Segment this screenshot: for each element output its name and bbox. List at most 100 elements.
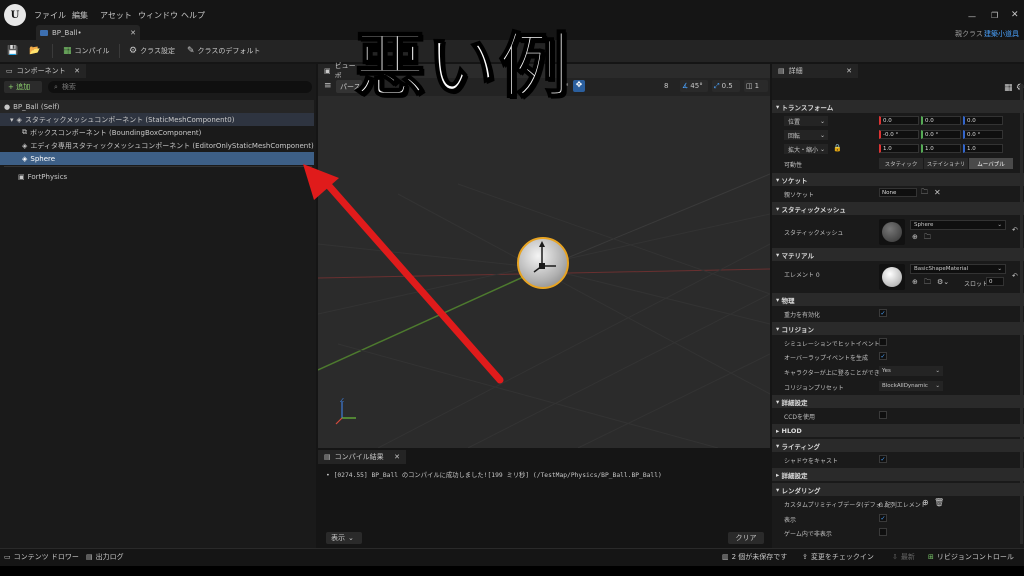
trash-icon[interactable]: 🗑	[934, 498, 944, 507]
section-collision[interactable]: ▾ コリジョン	[772, 322, 1024, 335]
section-rendering[interactable]: ▾ レンダリング	[772, 483, 1024, 496]
step-on-dropdown[interactable]: Yes ⌄	[879, 366, 943, 376]
material-thumbnail[interactable]	[879, 264, 905, 290]
menu-file[interactable]: ファイル	[34, 10, 66, 21]
component-search-input[interactable]: ⌕ 検索	[48, 81, 312, 93]
tree-item-sphere[interactable]: ◈ Sphere	[0, 152, 314, 165]
gravity-checkbox[interactable]: ✓	[879, 309, 887, 317]
details-tab[interactable]: ▤ 詳細 ✕	[772, 64, 858, 78]
save-icon[interactable]: 💾	[7, 46, 18, 56]
compile-results-tab[interactable]: ▤ コンパイル結果 ✕	[318, 450, 406, 464]
section-materials[interactable]: ▾ マテリアル	[772, 248, 1024, 261]
class-settings-button[interactable]: ⚙ クラス設定	[129, 46, 175, 56]
use-selected-icon[interactable]: ⊕	[912, 233, 918, 241]
sim-hit-checkbox[interactable]	[879, 338, 887, 346]
minimize-icon[interactable]: —	[968, 12, 976, 21]
overlap-checkbox[interactable]: ✓	[879, 352, 887, 360]
location-x-field[interactable]: 0.0	[879, 116, 919, 125]
mobility-stationary-button[interactable]: ステイショナリ	[924, 158, 968, 169]
mobility-static-button[interactable]: スタティック	[879, 158, 923, 169]
components-tab[interactable]: ▭ コンポーネント ✕	[0, 64, 86, 78]
section-physics[interactable]: ▾ 物理	[772, 293, 1024, 306]
compile-button[interactable]: ▦ コンパイル	[63, 46, 110, 56]
preset-dropdown[interactable]: BlockAllDynamic ⌄	[879, 381, 943, 391]
hamburger-icon[interactable]: ≡	[324, 81, 332, 91]
browse-asset-icon[interactable]: 🗀	[924, 278, 931, 289]
checkin-button[interactable]: ⇪ 変更をチェックイン	[802, 552, 874, 562]
section-hlod[interactable]: ▸ HLOD	[772, 424, 1024, 437]
tree-item-bounding-box[interactable]: ⧉ ボックスコンポーネント (BoundingBoxComponent)	[0, 126, 314, 139]
close-icon[interactable]: ✕	[1011, 10, 1019, 20]
static-mesh-dropdown[interactable]: Sphere ⌄	[910, 220, 1006, 230]
reset-icon[interactable]: ↶	[1012, 272, 1018, 280]
scale-snap-button[interactable]: ⤢ 0.5	[712, 80, 740, 92]
rotation-x-field[interactable]: -0.0 °	[879, 130, 919, 139]
visible-checkbox[interactable]: ✓	[879, 514, 887, 522]
lock-icon[interactable]: 🔒	[833, 144, 842, 152]
menu-edit[interactable]: 編集	[72, 10, 88, 21]
rotation-z-field[interactable]: 0.0 °	[963, 130, 1003, 139]
add-element-icon[interactable]: ⊕	[922, 498, 929, 507]
mesh-thumbnail[interactable]	[879, 219, 905, 245]
details-scrollbar[interactable]	[1020, 84, 1023, 544]
details-close-icon[interactable]: ✕	[846, 67, 852, 75]
location-dropdown[interactable]: 位置 ⌄	[784, 116, 828, 126]
hidden-in-game-checkbox[interactable]	[879, 528, 887, 536]
add-component-button[interactable]: + 追加	[4, 81, 42, 93]
location-z-field[interactable]: 0.0	[963, 116, 1003, 125]
rotation-dropdown[interactable]: 回転 ⌄	[784, 130, 828, 140]
menu-asset[interactable]: アセット	[100, 10, 132, 21]
reset-icon[interactable]: ↶	[1012, 226, 1018, 234]
revision-control-button[interactable]: ⊞ リビジョンコントロール	[928, 552, 1014, 562]
section-socket[interactable]: ▾ ソケット	[772, 173, 1024, 186]
scale-dropdown[interactable]: 拡大・縮小 ⌄	[784, 144, 828, 154]
content-drawer-button[interactable]: ▭ コンテンツ ドロワー	[4, 552, 79, 562]
grid-snap-value[interactable]: 8	[664, 82, 668, 90]
camera-speed-button[interactable]: ◫ 1	[744, 80, 768, 92]
mobility-movable-button[interactable]: ムーバブル	[969, 158, 1013, 169]
scale-x-field[interactable]: 1.0	[879, 144, 919, 153]
material-dropdown[interactable]: BasicShapeMaterial ⌄	[910, 264, 1006, 274]
class-defaults-button[interactable]: ✎ クラスのデフォルト	[187, 46, 260, 56]
tab-bp-ball[interactable]: BP_Ball• ✕	[36, 25, 140, 40]
components-close-icon[interactable]: ✕	[74, 67, 80, 75]
latest-button[interactable]: ⇩ 最新	[892, 552, 915, 562]
shadow-checkbox[interactable]: ✓	[879, 455, 887, 463]
menu-window[interactable]: ウィンドウ	[138, 10, 178, 21]
section-advanced-2[interactable]: ▸ 詳細設定	[772, 468, 1024, 481]
tree-item-fort-physics[interactable]: ▣ FortPhysics	[0, 170, 314, 183]
section-transform[interactable]: ▾ トランスフォーム	[772, 100, 1024, 113]
scale-y-field[interactable]: 1.0	[921, 144, 961, 153]
clear-icon[interactable]: ✕	[934, 188, 941, 197]
show-button[interactable]: 表示 ⌄	[326, 532, 362, 544]
browse-asset-icon[interactable]: 🗀	[924, 233, 931, 244]
transform-gizmo-icon[interactable]	[524, 240, 564, 280]
move-mode-icon[interactable]: ✥	[573, 80, 585, 92]
tree-item-editor-only-mesh[interactable]: ◈ エディタ専用スタティックメッシュコンポーネント (EditorOnlyStat…	[0, 139, 314, 152]
unreal-logo[interactable]: U	[4, 4, 26, 26]
browse-icon[interactable]: 📂	[29, 46, 40, 56]
restore-icon[interactable]: ❐	[991, 11, 998, 20]
tree-item-self[interactable]: ● BP_Ball (Self)	[0, 100, 314, 113]
menu-help[interactable]: ヘルプ	[181, 10, 205, 21]
scale-z-field[interactable]: 1.0	[963, 144, 1003, 153]
compile-results-close-icon[interactable]: ✕	[394, 453, 400, 461]
table-view-icon[interactable]: ▦	[1004, 83, 1013, 93]
output-log-button[interactable]: ▤ 出力ログ	[86, 552, 124, 562]
tab-close-icon[interactable]: ✕	[130, 29, 136, 37]
parent-class-link[interactable]: 建築小道具	[984, 29, 1019, 39]
use-selected-icon[interactable]: ⊕	[912, 278, 918, 286]
section-lighting[interactable]: ▾ ライティング	[772, 439, 1024, 452]
rotation-snap-button[interactable]: ∡ 45°	[680, 80, 708, 92]
section-advanced[interactable]: ▾ 詳細設定	[772, 395, 1024, 408]
section-static-mesh[interactable]: ▾ スタティックメッシュ	[772, 202, 1024, 215]
parent-socket-field[interactable]: None	[879, 188, 917, 197]
slot-field[interactable]: 0	[986, 277, 1004, 286]
unsaved-button[interactable]: ▥ 2 個が未保存です	[722, 552, 787, 562]
folder-icon[interactable]: 🗀	[921, 188, 928, 199]
material-options-icon[interactable]: ⚙⌄	[937, 278, 949, 286]
clear-button[interactable]: クリア	[728, 532, 764, 544]
ccd-checkbox[interactable]	[879, 411, 887, 419]
viewport[interactable]: Z	[318, 64, 770, 448]
tree-item-static-mesh[interactable]: ▾ ◈ スタティックメッシュコンポーネント (StaticMeshComponent…	[0, 113, 314, 126]
